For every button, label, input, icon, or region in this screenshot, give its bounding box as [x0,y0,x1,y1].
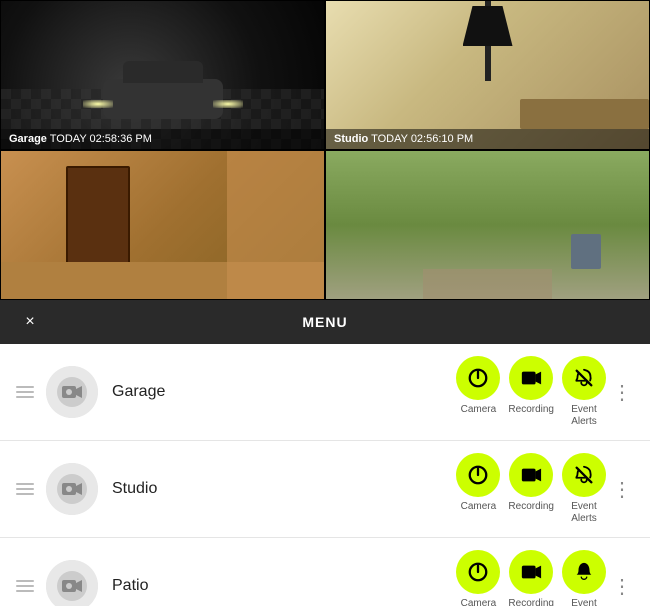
action-camera-label-studio: Camera [461,501,497,513]
action-recording-studio: Recording [508,453,554,513]
camera-toggle-patio[interactable] [456,550,500,594]
menu-bar: × MENU [0,300,650,344]
recording-toggle-patio[interactable] [509,550,553,594]
alerts-toggle-patio[interactable] [562,550,606,594]
video-label-studio: Studio TODAY 02:56:10 PM [326,129,649,149]
alerts-toggle-studio[interactable] [562,453,606,497]
more-menu-patio[interactable]: ⋮ [610,570,634,603]
camera-actions-garage: Camera Recording EventAlerts [456,356,606,428]
camera-thumb-patio [46,560,98,606]
action-recording-garage: Recording [508,356,554,416]
drag-handle-patio[interactable] [16,580,34,592]
action-recording-patio: Recording [508,550,554,606]
action-alerts-studio: EventAlerts [562,453,606,525]
action-camera-patio: Camera [456,550,500,606]
camera-list: Garage Camera Recording EventAlerts [0,344,650,606]
camera-actions-patio: Camera Recording EventAlerts [456,550,606,606]
video-cell-garage[interactable]: Garage TODAY 02:58:36 PM [0,0,325,150]
action-alerts-label-patio: EventAlerts [571,598,597,606]
more-menu-studio[interactable]: ⋮ [610,473,634,506]
camera-name-studio: Studio [112,480,456,498]
action-camera-garage: Camera [456,356,500,416]
recording-toggle-garage[interactable] [509,356,553,400]
video-cell-patio[interactable] [0,150,325,300]
camera-item-patio: Patio Camera Recording EventAlerts [0,538,650,606]
drag-handle-studio[interactable] [16,483,34,495]
recording-toggle-studio[interactable] [509,453,553,497]
video-cell-backyard[interactable] [325,150,650,300]
camera-toggle-studio[interactable] [456,453,500,497]
action-recording-label-patio: Recording [508,598,554,606]
video-cell-studio[interactable]: Studio TODAY 02:56:10 PM [325,0,650,150]
action-camera-label-garage: Camera [461,404,497,416]
camera-item-garage: Garage Camera Recording EventAlerts [0,344,650,441]
action-camera-studio: Camera [456,453,500,513]
close-button[interactable]: × [16,308,44,336]
camera-item-studio: Studio Camera Recording EventAlerts [0,441,650,538]
camera-thumb-studio [46,463,98,515]
action-alerts-garage: EventAlerts [562,356,606,428]
more-menu-garage[interactable]: ⋮ [610,376,634,409]
action-alerts-label-garage: EventAlerts [571,404,597,428]
camera-name-garage: Garage [112,383,456,401]
video-label-garage: Garage TODAY 02:58:36 PM [1,129,324,149]
action-alerts-patio: EventAlerts [562,550,606,606]
action-camera-label-patio: Camera [461,598,497,606]
action-recording-label-studio: Recording [508,501,554,513]
alerts-toggle-garage[interactable] [562,356,606,400]
drag-handle-garage[interactable] [16,386,34,398]
action-alerts-label-studio: EventAlerts [571,501,597,525]
camera-toggle-garage[interactable] [456,356,500,400]
camera-actions-studio: Camera Recording EventAlerts [456,453,606,525]
menu-title: MENU [0,314,650,330]
camera-name-patio: Patio [112,577,456,595]
action-recording-label-garage: Recording [508,404,554,416]
video-grid: Garage TODAY 02:58:36 PM Studio TODAY 02… [0,0,650,300]
camera-thumb-garage [46,366,98,418]
